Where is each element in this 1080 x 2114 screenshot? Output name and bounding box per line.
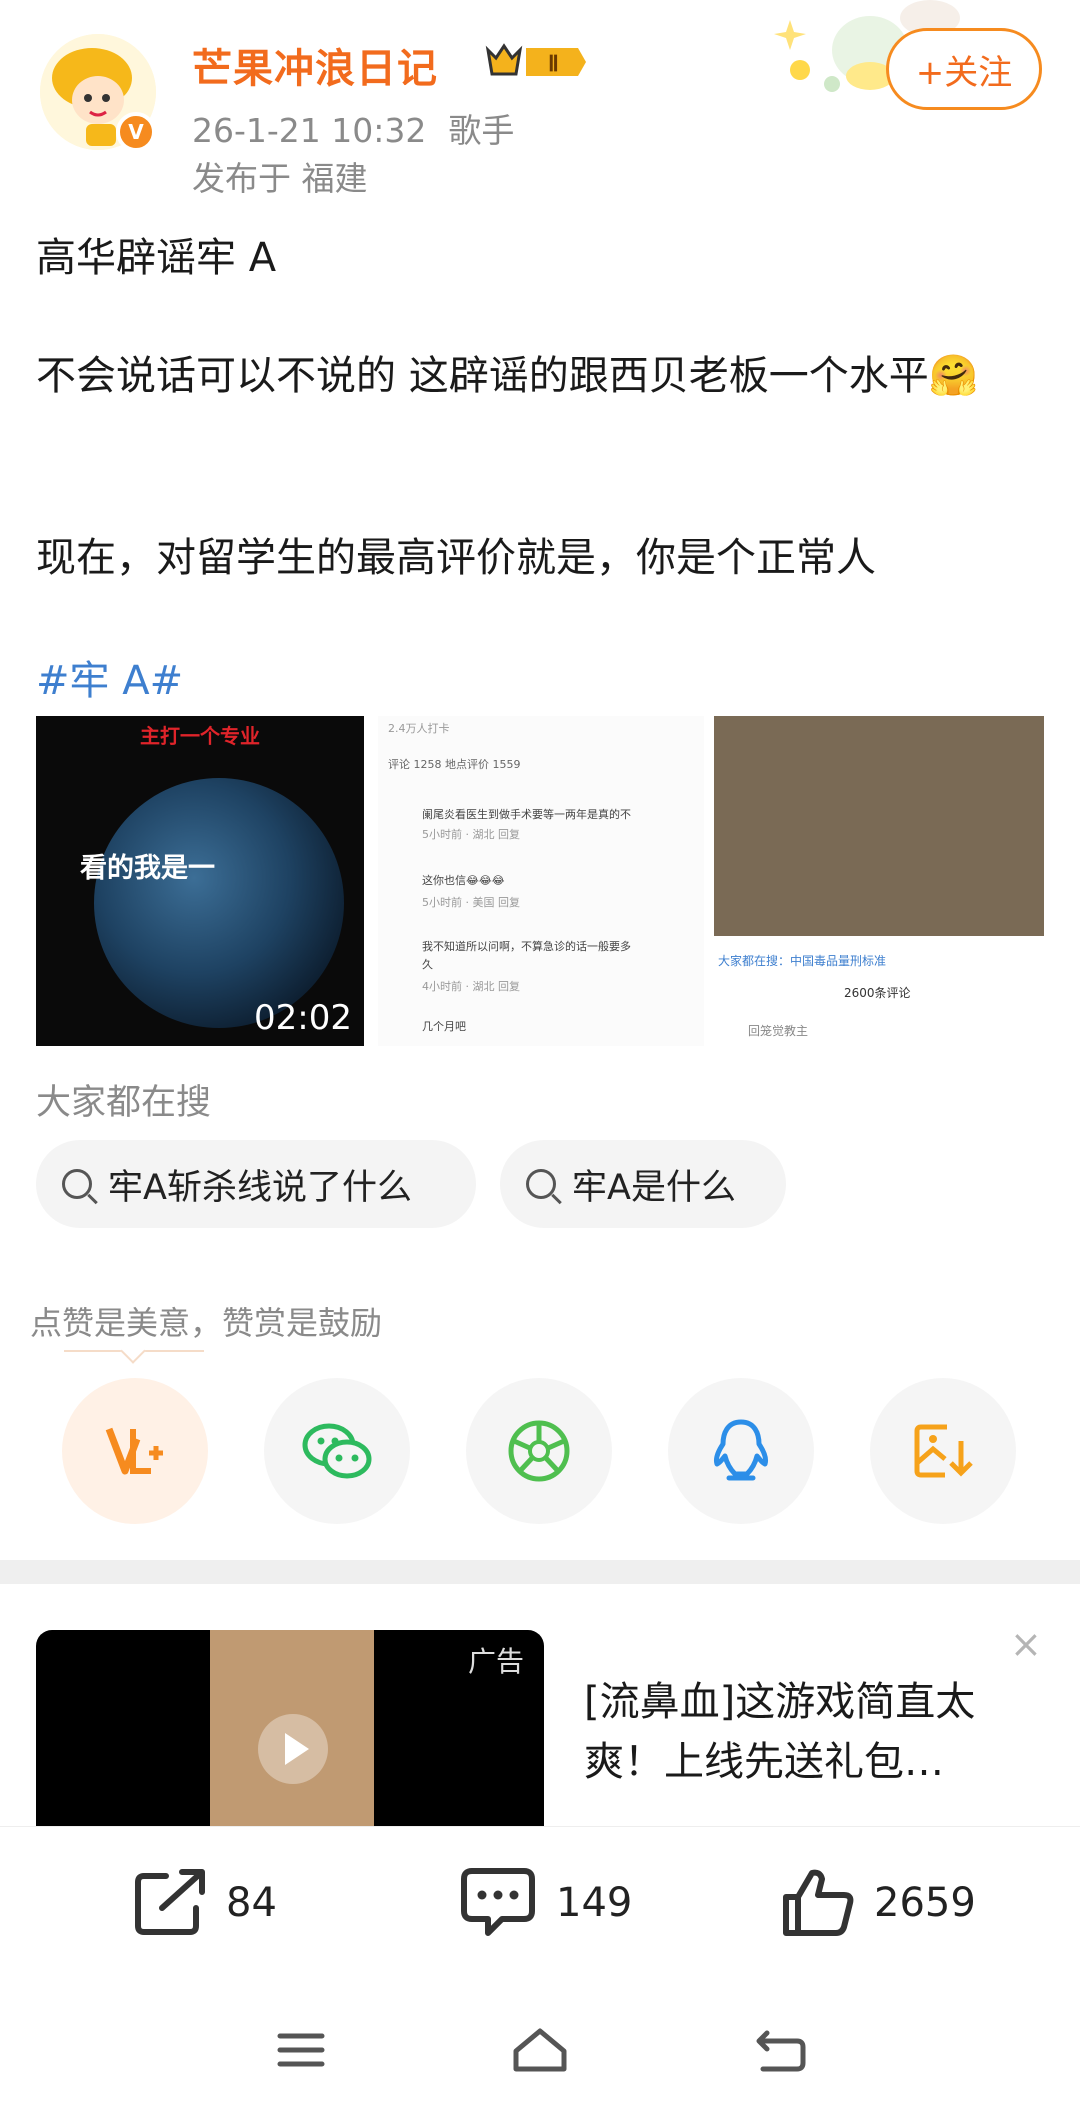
hashtag-link[interactable]: #牢 A# — [36, 648, 183, 706]
earth-image — [94, 778, 344, 1028]
video-duration: 02:02 — [254, 998, 352, 1038]
section-divider — [0, 1560, 1080, 1584]
photo-comment-count: 2600条评论 — [844, 986, 911, 1000]
share-moments-button[interactable] — [466, 1378, 612, 1524]
reward-button[interactable] — [62, 1378, 208, 1524]
comment-icon — [461, 1868, 535, 1936]
comment-button[interactable]: 149 — [458, 1863, 632, 1943]
back-icon — [756, 2030, 806, 2072]
search-icon — [62, 1169, 92, 1199]
share-wechat-button[interactable] — [264, 1378, 410, 1524]
search-icon — [526, 1169, 556, 1199]
post-source: 歌手 — [448, 111, 515, 150]
save-image-icon — [914, 1424, 973, 1478]
image-thumbnail-comments[interactable]: 2.4万人打卡 评论 1258 地点评价 1559 阑尾炎看医生到做手术要等一两… — [378, 716, 704, 1046]
screenshot-line: 我不知道所以问啊，不算急诊的话一般要多 — [422, 940, 631, 953]
trending-search-label: 大家都在搜 — [36, 1083, 212, 1123]
screenshot-line: 评论 1258 地点评价 1559 — [388, 758, 521, 771]
verified-icon: V — [116, 112, 156, 152]
timestamp: 26-1-21 10:32 — [192, 111, 427, 150]
like-icon — [783, 1869, 854, 1936]
wechat-icon — [302, 1423, 372, 1479]
ad-title[interactable]: [流鼻血]这游戏简直太爽！上线先送礼包… — [584, 1672, 1044, 1792]
screenshot-line: 这你也信😂😂😂 — [422, 874, 505, 887]
close-icon[interactable]: × — [1010, 1622, 1042, 1666]
share-qq-button[interactable] — [668, 1378, 814, 1524]
comment-count: 149 — [556, 1880, 633, 1926]
post-paragraph-1: 高华辟谣牢 A — [36, 235, 277, 281]
repost-count: 84 — [226, 1880, 277, 1926]
post-paragraph-2: 不会说话可以不说的 这辟谣的跟西贝老板一个水平🤗 — [36, 353, 979, 399]
post-paragraph-3: 现在，对留学生的最高评价就是，你是个正常人 — [36, 535, 876, 581]
menu-icon — [277, 2033, 325, 2067]
reward-label: 点赞是美意，赞赏是鼓励 — [30, 1304, 383, 1342]
home-icon — [513, 2028, 567, 2072]
save-image-button[interactable] — [870, 1378, 1016, 1524]
level-badge-text: Ⅱ — [548, 51, 559, 76]
repost-button[interactable]: 84 — [132, 1863, 277, 1943]
image-thumbnail-photo[interactable]: 大家都在搜：中国毒品量刑标准 2600条评论 回笼觉教主 — [714, 716, 1044, 1046]
follow-button[interactable]: +关注 — [886, 28, 1042, 110]
ad-tag: 广告 — [467, 1645, 524, 1678]
post-meta: 26-1-21 10:32 歌手 — [192, 104, 514, 152]
video-top-label: 主打一个专业 — [140, 724, 260, 748]
username[interactable]: 芒果冲浪日记 — [192, 36, 438, 94]
like-button[interactable]: 2659 — [780, 1863, 976, 1943]
screenshot-line: 几个月吧 — [422, 1020, 466, 1033]
photo-image — [714, 716, 1044, 936]
screenshot-line: 2.4万人打卡 — [388, 722, 450, 735]
ad-video-thumbnail[interactable]: 广告 — [36, 1630, 544, 1830]
repost-icon — [135, 1869, 205, 1935]
action-bar: 84 149 2659 — [0, 1826, 1080, 1986]
screenshot-line: 5小时前 · 美国 回复 — [422, 896, 520, 909]
screenshot-line: 阑尾炎看医生到做手术要等一两年是真的不 — [422, 808, 631, 821]
back-button[interactable] — [746, 2020, 816, 2080]
search-chip[interactable]: 牢A是什么 — [500, 1140, 786, 1228]
play-icon[interactable] — [258, 1714, 328, 1784]
search-chip-text: 牢A斩杀线说了什么 — [108, 1167, 412, 1208]
screenshot-line: 5小时前 · 湖北 回复 — [422, 828, 520, 841]
video-thumbnail[interactable]: 主打一个专业 看的我是一 02:02 — [36, 716, 364, 1046]
screenshot-line: 4小时前 · 湖北 回复 — [422, 980, 520, 993]
reward-icon — [105, 1427, 163, 1475]
search-chip-text: 牢A是什么 — [572, 1167, 736, 1208]
video-overlay-text: 看的我是一 — [80, 853, 215, 884]
menu-button[interactable] — [266, 2020, 336, 2080]
location: 发布于 福建 — [192, 159, 368, 198]
photo-author: 回笼觉教主 — [748, 1024, 809, 1038]
home-button[interactable] — [505, 2020, 575, 2080]
level-badge-icon: Ⅱ — [485, 43, 586, 76]
system-nav-bar — [0, 1986, 1080, 2114]
moments-icon — [508, 1420, 570, 1482]
like-count: 2659 — [874, 1880, 976, 1926]
search-chip[interactable]: 牢A斩杀线说了什么 — [36, 1140, 476, 1228]
qq-icon — [714, 1419, 768, 1481]
screenshot-line: 久 — [422, 958, 433, 971]
photo-search-hint: 大家都在搜：中国毒品量刑标准 — [718, 954, 887, 968]
